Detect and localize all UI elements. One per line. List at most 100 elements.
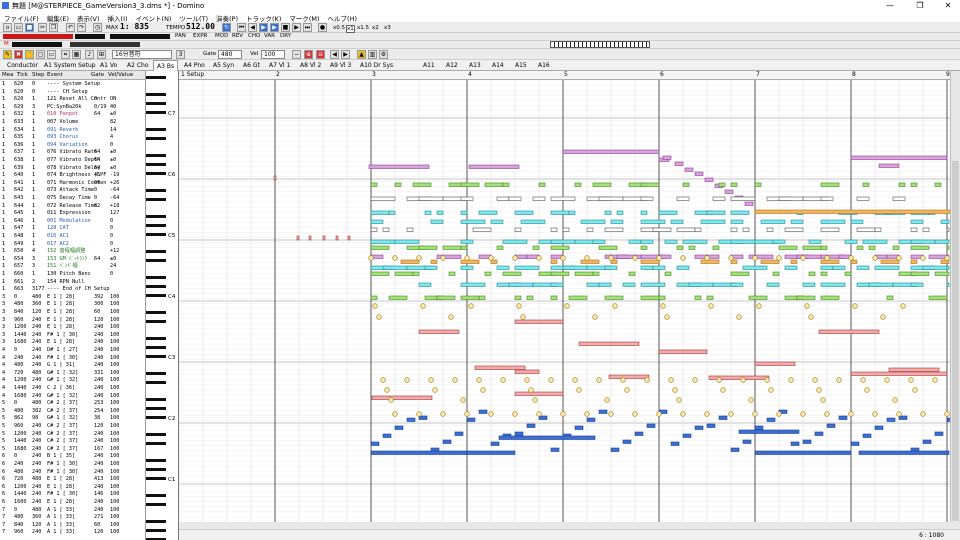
- note[interactable]: [368, 164, 430, 169]
- event-row[interactable]: 5 1200 240 C# 2 [ 37] 240 100: [0, 431, 145, 439]
- note[interactable]: [784, 265, 798, 270]
- note[interactable]: [754, 361, 796, 366]
- note[interactable]: [550, 295, 558, 300]
- triplet-icon[interactable]: 3: [176, 50, 185, 59]
- note[interactable]: [568, 295, 588, 300]
- note[interactable]: [640, 259, 660, 264]
- note[interactable]: [474, 365, 526, 370]
- grid-icon[interactable]: ▦: [72, 50, 81, 59]
- note[interactable]: [718, 415, 728, 420]
- black-key[interactable]: [146, 372, 166, 375]
- black-key[interactable]: [146, 433, 166, 436]
- menu-view[interactable]: 表示(V): [73, 11, 104, 23]
- menu-edit[interactable]: 編集(E): [43, 11, 73, 23]
- note[interactable]: [934, 431, 944, 436]
- tab-a4-pno[interactable]: A4 Pno: [181, 60, 208, 71]
- event-row[interactable]: 1 657 3 151 ﾍﾞﾝﾄﾞ幅 24: [0, 263, 145, 271]
- scroll-left-icon[interactable]: ◀: [330, 50, 339, 59]
- note[interactable]: [478, 295, 486, 300]
- note[interactable]: [910, 227, 918, 232]
- note[interactable]: [730, 210, 750, 215]
- note[interactable]: [850, 219, 864, 224]
- note[interactable]: [820, 245, 828, 250]
- note[interactable]: [910, 259, 918, 264]
- note[interactable]: [886, 295, 894, 300]
- note[interactable]: [460, 239, 474, 244]
- note[interactable]: [820, 219, 846, 224]
- note[interactable]: [586, 227, 594, 232]
- col-mea[interactable]: Mea: [2, 72, 14, 78]
- note[interactable]: [694, 425, 704, 430]
- note[interactable]: [844, 239, 858, 244]
- col-vel[interactable]: Vel/Value: [108, 72, 133, 78]
- note[interactable]: [273, 175, 277, 181]
- black-key[interactable]: [146, 494, 166, 497]
- note[interactable]: [820, 259, 840, 264]
- note[interactable]: [418, 196, 444, 201]
- eraser-tool-icon[interactable]: ✖: [14, 50, 23, 59]
- note[interactable]: [712, 245, 720, 250]
- note[interactable]: [308, 235, 312, 241]
- note[interactable]: [442, 245, 462, 250]
- note[interactable]: [754, 209, 950, 214]
- tab-a9-vl3[interactable]: A9 Vl 3: [327, 60, 354, 71]
- event-row[interactable]: 7 960 240 A 1 [ 33] 120 100: [0, 529, 145, 537]
- note[interactable]: [478, 210, 498, 215]
- note[interactable]: [382, 265, 408, 270]
- black-key[interactable]: [146, 459, 166, 462]
- metronome-icon[interactable]: ◷: [93, 23, 102, 32]
- note[interactable]: [730, 196, 756, 201]
- event-row[interactable]: 1 660 1 130 Pitch Benc 0: [0, 271, 145, 279]
- note[interactable]: [766, 227, 774, 232]
- note[interactable]: [820, 265, 834, 270]
- note[interactable]: [502, 271, 522, 276]
- note[interactable]: [394, 239, 420, 244]
- note[interactable]: [347, 235, 351, 241]
- note[interactable]: [730, 227, 738, 232]
- event-row[interactable]: 3 960 240 E 1 [ 28] 120 100: [0, 317, 145, 325]
- note[interactable]: [682, 433, 692, 438]
- menu-help[interactable]: ヘルプ(H): [324, 11, 361, 23]
- event-row[interactable]: 3 0 480 E 1 [ 28] 392 100: [0, 294, 145, 302]
- note[interactable]: [850, 441, 860, 446]
- note[interactable]: [886, 417, 896, 422]
- quantize-icon[interactable]: ⊞: [97, 50, 106, 59]
- note[interactable]: [730, 219, 744, 224]
- note[interactable]: [508, 282, 534, 287]
- note[interactable]: [460, 196, 474, 201]
- col-step[interactable]: Step: [32, 72, 45, 78]
- note[interactable]: [706, 210, 726, 215]
- zoom-out-icon[interactable]: −: [292, 50, 301, 59]
- event-row[interactable]: 1 634 1 091 Reverb 14: [0, 127, 145, 135]
- note[interactable]: [424, 210, 432, 215]
- note[interactable]: [730, 271, 750, 276]
- event-row[interactable]: 6 240 240 F# 1 [ 30] 240 100: [0, 461, 145, 469]
- note[interactable]: [820, 271, 828, 276]
- note[interactable]: [796, 295, 816, 300]
- event-row[interactable]: 1 638 1 077 Vibrato Depth 64 ±0: [0, 157, 145, 165]
- note[interactable]: [616, 210, 624, 215]
- note[interactable]: [400, 259, 420, 264]
- note[interactable]: [934, 182, 942, 187]
- note[interactable]: [498, 435, 596, 440]
- note[interactable]: [814, 431, 824, 436]
- note[interactable]: [424, 265, 438, 270]
- note[interactable]: [622, 282, 636, 287]
- note[interactable]: [580, 219, 606, 224]
- stop-icon[interactable]: ■: [281, 23, 290, 32]
- note[interactable]: [598, 282, 612, 287]
- col-event[interactable]: Event: [47, 72, 63, 78]
- event-row[interactable]: 1 650 4 152 音程幅調整 +12: [0, 248, 145, 256]
- note[interactable]: [838, 415, 848, 420]
- note[interactable]: [370, 239, 396, 244]
- scroll-right-icon[interactable]: ▶: [341, 50, 350, 59]
- note[interactable]: [436, 210, 444, 215]
- col-tick[interactable]: Tick: [17, 72, 28, 78]
- note[interactable]: [514, 391, 564, 396]
- note[interactable]: [430, 259, 438, 264]
- note[interactable]: [568, 210, 576, 215]
- note[interactable]: [676, 265, 690, 270]
- event-row[interactable]: 3 1200 240 E 1 [ 28] 240 100: [0, 324, 145, 332]
- black-key[interactable]: [146, 468, 166, 471]
- vertical-scroll-thumb[interactable]: [952, 161, 959, 521]
